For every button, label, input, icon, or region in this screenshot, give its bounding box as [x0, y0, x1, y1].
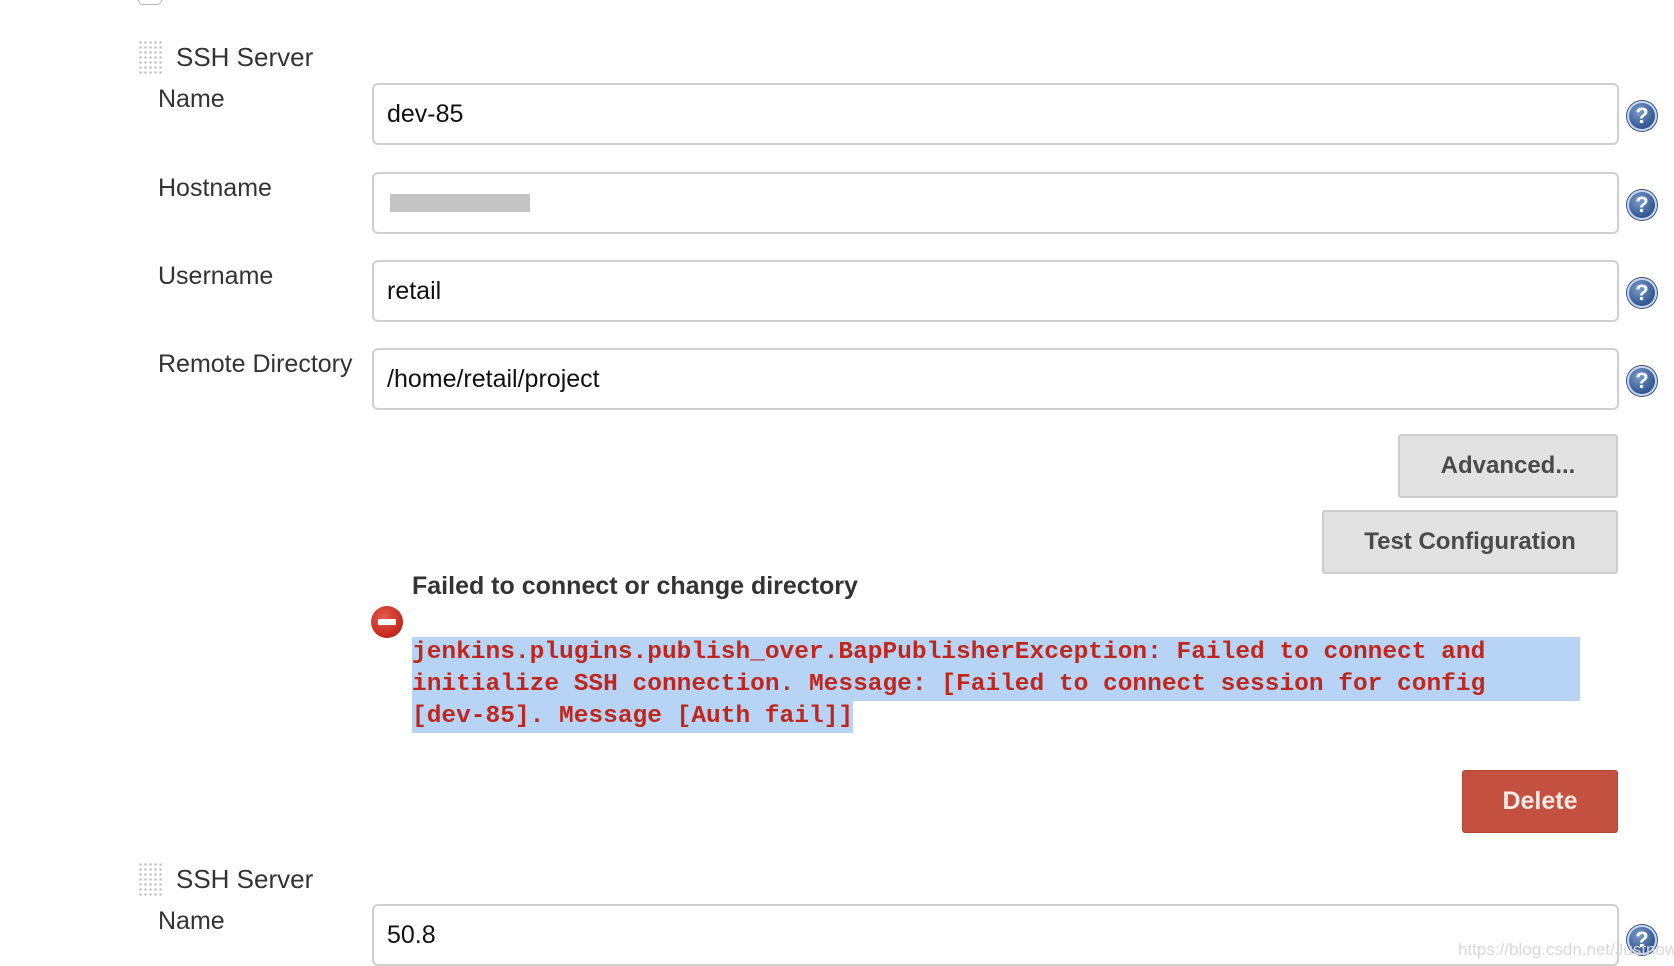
error-line: jenkins.plugins.publish_over.BapPublishe… [412, 637, 1580, 669]
error-heading: Failed to connect or change directory [412, 572, 858, 600]
name-label: Name [158, 907, 225, 935]
username-label: Username [158, 262, 274, 290]
help-icon[interactable]: ? [1627, 101, 1657, 131]
error-line: [dev-85]. Message [Auth fail]] [412, 701, 854, 733]
remote-directory-label: Remote Directory [158, 350, 353, 378]
error-message: jenkins.plugins.publish_over.BapPublishe… [412, 637, 1580, 733]
redacted-hostname [390, 194, 530, 212]
section-title: SSH Server [176, 864, 314, 894]
name-input[interactable] [372, 904, 1619, 966]
drag-handle-icon[interactable] [138, 862, 162, 898]
drag-handle-icon[interactable] [138, 40, 162, 76]
help-icon[interactable]: ? [1627, 366, 1657, 396]
remote-directory-input[interactable] [372, 348, 1619, 410]
help-icon[interactable]: ? [1627, 190, 1657, 220]
error-line: initialize SSH connection. Message: [Fai… [412, 669, 1580, 701]
username-input[interactable] [372, 260, 1619, 322]
delete-button[interactable]: Delete [1462, 770, 1618, 833]
hostname-label: Hostname [158, 174, 272, 202]
section-title: SSH Server [176, 42, 314, 72]
advanced-button[interactable]: Advanced... [1398, 434, 1618, 498]
name-input[interactable] [372, 83, 1619, 145]
test-configuration-button[interactable]: Test Configuration [1322, 510, 1618, 574]
checkbox[interactable] [138, 0, 162, 5]
hostname-input[interactable] [372, 172, 1619, 234]
help-icon[interactable]: ? [1627, 278, 1657, 308]
watermark: https://blog.csdn.net/Justnow_ [1458, 940, 1674, 959]
name-label: Name [158, 85, 225, 113]
error-icon [371, 606, 403, 638]
